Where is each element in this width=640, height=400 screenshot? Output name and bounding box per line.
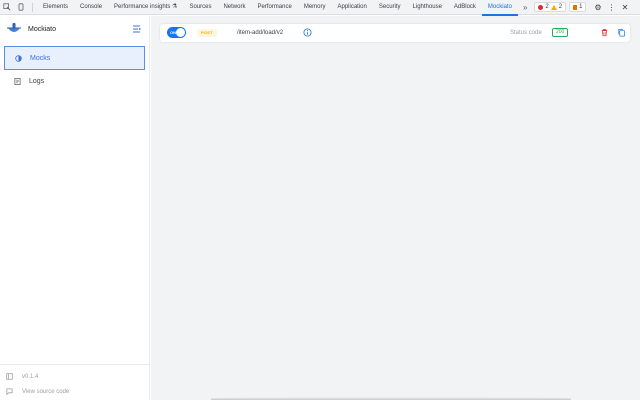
tab-network[interactable]: Network: [217, 0, 251, 15]
tab-adblock[interactable]: AdBlock: [448, 0, 482, 15]
error-warning-counter[interactable]: 2 2: [534, 2, 567, 12]
error-count: 2: [545, 4, 549, 10]
logs-icon: [14, 77, 21, 85]
tab-performance[interactable]: Performance: [251, 0, 297, 15]
status-code-badge: 200: [552, 28, 569, 37]
device-toolbar-icon[interactable]: [14, 0, 28, 15]
tab-lighthouse[interactable]: Lighthouse: [407, 0, 448, 15]
warning-count: 2: [558, 4, 563, 10]
info-icon[interactable]: [303, 28, 312, 37]
tab-security[interactable]: Security: [373, 0, 407, 15]
mock-path: /item-add/load/v2: [237, 30, 284, 36]
sidebar-footer: v0.1.4 View source code: [0, 364, 149, 400]
status-code-label: Status code: [510, 30, 542, 36]
tab-memory[interactable]: Memory: [298, 0, 332, 15]
toggle-knob: [176, 28, 185, 37]
version-row: v0.1.4: [0, 369, 149, 384]
tab-performance-insights[interactable]: Performance insights ⚗: [108, 0, 183, 15]
tab-console[interactable]: Console: [74, 0, 108, 15]
sidebar-item-label: Logs: [29, 77, 45, 85]
devtools-actions: ⚙ ⋮ ✕: [594, 0, 628, 15]
version-label: v0.1.4: [22, 373, 39, 380]
main-content: ON POST /item-add/load/v2 Status code 20…: [151, 16, 640, 400]
version-icon: [6, 373, 13, 380]
tab-sources[interactable]: Sources: [183, 0, 217, 15]
tab-mockiato[interactable]: Mockiato: [481, 0, 518, 16]
sidebar-item-logs[interactable]: Logs: [4, 70, 145, 92]
devtools-toolbar: Elements Console Performance insights ⚗ …: [0, 0, 640, 16]
collapse-sidebar-button[interactable]: [131, 23, 143, 35]
inspect-element-icon[interactable]: [0, 0, 14, 15]
delete-icon[interactable]: [600, 28, 609, 37]
copy-icon[interactable]: [617, 28, 626, 37]
issues-counter[interactable]: 1: [569, 2, 587, 12]
tab-elements[interactable]: Elements: [37, 0, 74, 15]
issue-counters[interactable]: 2 2 1: [534, 2, 587, 12]
more-tabs-button[interactable]: »: [518, 0, 532, 15]
warning-icon: [550, 4, 557, 10]
mock-card[interactable]: ON POST /item-add/load/v2 Status code 20…: [160, 24, 630, 42]
sidebar-nav: Mocks Logs: [0, 46, 149, 92]
comment-icon: [6, 388, 13, 395]
app-name: Mockiato: [28, 25, 57, 33]
devtools-tabs: Elements Console Performance insights ⚗ …: [37, 0, 518, 16]
sidebar: Mockiato Mocks Logs v0.1.4 View source c…: [0, 16, 150, 400]
issue-flag-icon: [573, 4, 578, 10]
source-code-link[interactable]: View source code: [0, 384, 149, 399]
tab-application[interactable]: Application: [332, 0, 373, 15]
more-options-icon[interactable]: ⋮: [608, 0, 616, 15]
gear-icon[interactable]: ⚙: [594, 0, 601, 15]
error-icon: [538, 4, 544, 10]
menu-collapse-icon: [132, 25, 141, 33]
source-code-label[interactable]: View source code: [22, 389, 69, 395]
mockiato-logo-icon: [7, 23, 21, 32]
mocks-icon: [15, 54, 22, 62]
sidebar-item-mocks[interactable]: Mocks: [4, 46, 145, 70]
issue-count: 1: [579, 4, 583, 10]
close-icon[interactable]: ✕: [622, 0, 629, 15]
toolbar-divider: [32, 2, 33, 12]
method-badge: POST: [197, 29, 217, 37]
mock-enabled-toggle[interactable]: ON: [167, 27, 186, 38]
sidebar-item-label: Mocks: [30, 54, 51, 62]
brand-header: Mockiato: [0, 16, 149, 42]
